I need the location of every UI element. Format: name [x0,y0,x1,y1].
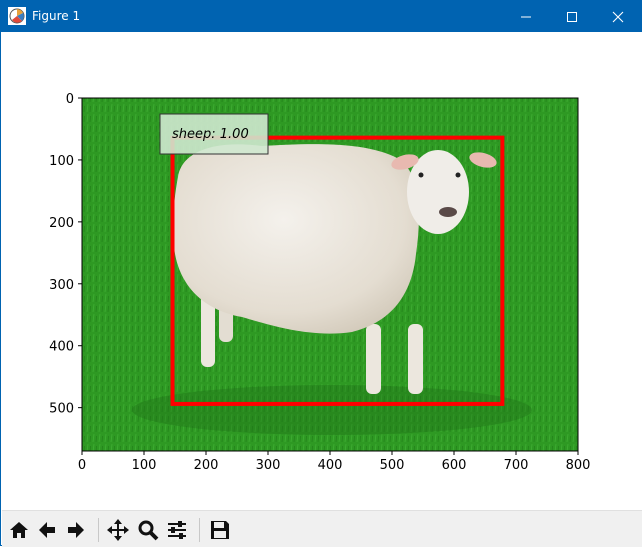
navigation-toolbar [2,510,642,547]
x-tick-label: 100 [132,458,157,473]
minimize-icon [521,16,531,17]
toolbar-separator [98,518,99,542]
x-tick-label: 300 [256,458,281,473]
y-tick-label: 0 [66,92,74,107]
close-icon [612,11,624,22]
x-tick-label: 800 [566,458,591,473]
y-axis: 0 100 200 300 400 500 [49,92,82,417]
close-button[interactable] [595,1,641,32]
forward-button[interactable] [63,517,89,543]
back-button[interactable] [34,517,60,543]
maximize-icon [567,11,577,22]
x-tick-label: 0 [78,458,86,473]
x-tick-label: 500 [380,458,405,473]
maximize-button[interactable] [549,1,595,32]
pan-button[interactable] [105,517,131,543]
window-title: Figure 1 [32,9,81,23]
title-bar[interactable]: Figure 1 [1,1,641,32]
y-tick-label: 300 [49,278,74,293]
y-tick-label: 500 [49,402,74,417]
y-tick-label: 200 [49,216,74,231]
matplotlib-app-icon [8,7,26,25]
home-button[interactable] [6,517,32,543]
back-icon [39,522,55,538]
x-tick-label: 600 [442,458,467,473]
x-tick-label: 700 [504,458,529,473]
zoom-button[interactable] [135,517,161,543]
save-button[interactable] [207,517,233,543]
x-tick-label: 200 [194,458,219,473]
home-icon [10,522,28,538]
x-axis: 0 100 200 300 400 500 600 700 800 [78,451,591,473]
minimize-button[interactable] [503,1,549,32]
pan-icon [107,519,129,541]
toolbar-separator [199,518,200,542]
x-tick-label: 400 [318,458,343,473]
sheep-body [173,144,419,334]
detection-label: sheep: 1.00 [159,113,269,155]
zoom-icon [138,520,159,541]
figure-canvas[interactable]: sheep: 1.00 0 100 200 300 400 500 600 700 800 0 1… [2,32,642,510]
y-tick-label: 400 [49,340,74,355]
configure-subplots-icon [168,521,186,539]
detection-label-text: sheep: 1.00 [172,127,249,142]
save-icon [211,521,229,539]
forward-icon [68,522,84,538]
configure-subplots-button[interactable] [164,517,190,543]
y-tick-label: 100 [49,154,74,169]
figure-window: Figure 1 sheep: 1.00 0 100 200 300 400 5… [0,0,642,547]
